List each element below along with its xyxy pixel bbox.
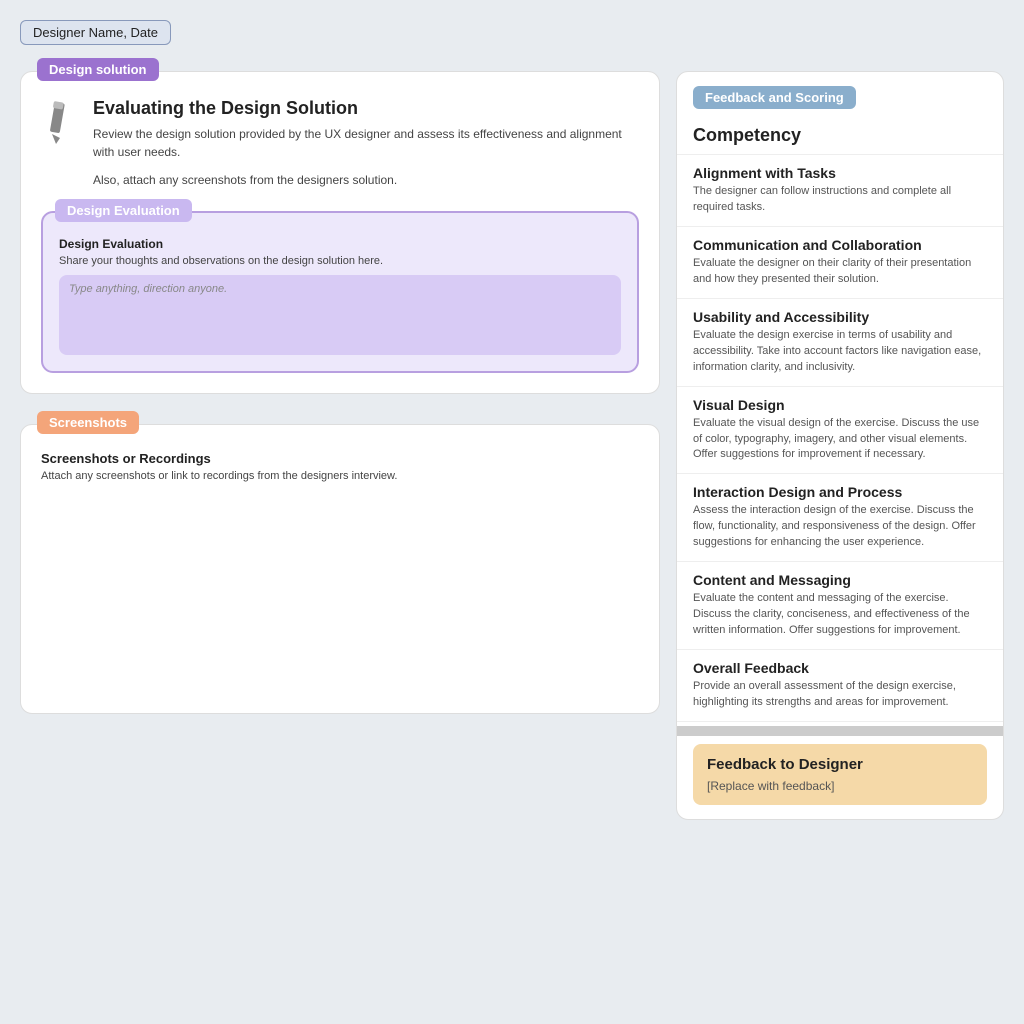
competency-item-title: Overall Feedback bbox=[693, 660, 987, 676]
screenshots-inner-title: Screenshots or Recordings bbox=[41, 451, 639, 466]
competency-item-desc: The designer can follow instructions and… bbox=[693, 184, 987, 216]
competency-item-content: Content and Messaging Evaluate the conte… bbox=[677, 562, 1003, 650]
competency-item-title: Alignment with Tasks bbox=[693, 165, 987, 181]
screenshots-card: Screenshots Screenshots or Recordings At… bbox=[20, 424, 660, 714]
competency-item-overall: Overall Feedback Provide an overall asse… bbox=[677, 650, 1003, 722]
feedback-scoring-card: Feedback and Scoring Competency Alignmen… bbox=[676, 71, 1004, 820]
competency-item-title: Usability and Accessibility bbox=[693, 309, 987, 325]
eval-inner-desc: Share your thoughts and observations on … bbox=[59, 255, 621, 267]
feedback-to-designer-box[interactable]: Feedback to Designer [Replace with feedb… bbox=[693, 744, 987, 805]
competency-item-desc: Evaluate the content and messaging of th… bbox=[693, 591, 987, 639]
design-solution-title: Evaluating the Design Solution bbox=[93, 98, 639, 119]
design-solution-desc1: Review the design solution provided by t… bbox=[93, 125, 639, 161]
design-evaluation-badge: Design Evaluation bbox=[55, 199, 192, 222]
competency-item-communication: Communication and Collaboration Evaluate… bbox=[677, 227, 1003, 299]
designer-name-badge: Designer Name, Date bbox=[20, 20, 171, 45]
design-solution-card: Design solution Evaluating the Design So… bbox=[20, 71, 660, 394]
competency-item-title: Visual Design bbox=[693, 397, 987, 413]
competency-item-title: Content and Messaging bbox=[693, 572, 987, 588]
competency-item-desc: Evaluate the design exercise in terms of… bbox=[693, 328, 987, 376]
competency-item-visual: Visual Design Evaluate the visual design… bbox=[677, 387, 1003, 475]
competency-item-desc: Evaluate the designer on their clarity o… bbox=[693, 256, 987, 288]
competency-item-alignment: Alignment with Tasks The designer can fo… bbox=[677, 155, 1003, 227]
pencil-icon bbox=[41, 98, 79, 146]
eval-textarea[interactable]: Type anything, direction anyone. bbox=[59, 275, 621, 355]
eval-textarea-placeholder: Type anything, direction anyone. bbox=[69, 283, 227, 295]
competency-item-desc: Assess the interaction design of the exe… bbox=[693, 503, 987, 551]
page-wrapper: Designer Name, Date Design solution E bbox=[0, 0, 1024, 1024]
competency-item-interaction: Interaction Design and Process Assess th… bbox=[677, 474, 1003, 562]
competency-item-title: Interaction Design and Process bbox=[693, 484, 987, 500]
competency-item-usability: Usability and Accessibility Evaluate the… bbox=[677, 299, 1003, 387]
screenshots-inner-desc: Attach any screenshots or link to record… bbox=[41, 470, 639, 482]
scoring-divider bbox=[677, 726, 1003, 736]
right-column: Feedback and Scoring Competency Alignmen… bbox=[676, 57, 1004, 1004]
eval-inner-label: Design Evaluation bbox=[59, 237, 621, 251]
design-solution-desc2: Also, attach any screenshots from the de… bbox=[93, 171, 639, 189]
feedback-to-designer-placeholder: [Replace with feedback] bbox=[707, 779, 973, 793]
main-row: Design solution Evaluating the Design So… bbox=[20, 57, 1004, 1004]
competency-item-desc: Evaluate the visual design of the exerci… bbox=[693, 416, 987, 464]
feedback-scoring-badge: Feedback and Scoring bbox=[693, 86, 856, 109]
screenshots-badge: Screenshots bbox=[37, 411, 139, 434]
design-evaluation-card: Design Evaluation Design Evaluation Shar… bbox=[41, 211, 639, 373]
feedback-to-designer-title: Feedback to Designer bbox=[707, 756, 973, 773]
feedback-badge-row: Feedback and Scoring bbox=[677, 72, 1003, 109]
competency-item-desc: Provide an overall assessment of the des… bbox=[693, 679, 987, 711]
design-solution-badge: Design solution bbox=[37, 58, 159, 81]
left-column: Design solution Evaluating the Design So… bbox=[20, 57, 660, 1004]
competency-header: Competency bbox=[677, 113, 1003, 155]
competency-item-title: Communication and Collaboration bbox=[693, 237, 987, 253]
card-header-row: Evaluating the Design Solution Review th… bbox=[41, 98, 639, 161]
card-header-text: Evaluating the Design Solution Review th… bbox=[93, 98, 639, 161]
